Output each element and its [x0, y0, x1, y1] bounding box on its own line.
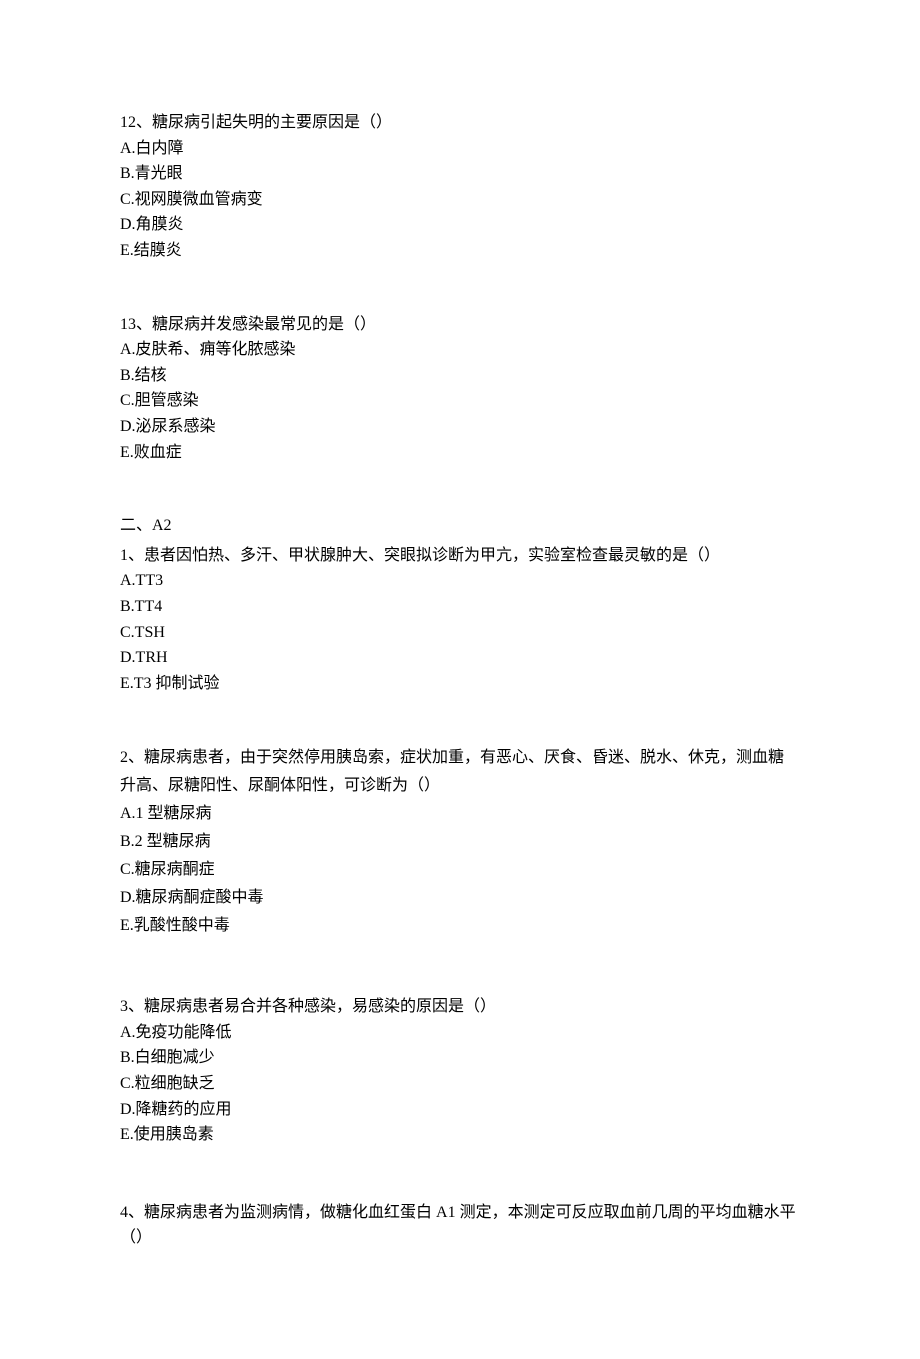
question-stem: 2、糖尿病患者，由于突然停用胰岛索，症状加重，有恶心、厌食、昏迷、脱水、休克，测… [120, 744, 800, 800]
option: B.青光眼 [120, 161, 800, 187]
question-b-3: 3、糖尿病患者易合并各种感染，易感染的原因是（） A.免疫功能降低 B.白细胞减… [120, 994, 800, 1148]
option: B.结核 [120, 363, 800, 389]
question-b-4: 4、糖尿病患者为监测病情，做糖化血红蛋白 A1 测定，本测定可反应取血前几周的平… [120, 1200, 800, 1251]
option: E.T3 抑制试验 [120, 671, 800, 697]
option: C.糖尿病酮症 [120, 856, 800, 884]
option: E.乳酸性酸中毒 [120, 912, 800, 940]
option: B.2 型糖尿病 [120, 828, 800, 856]
question-stem: 1、患者因怕热、多汗、甲状腺肿大、突眼拟诊断为甲亢，实验室检查最灵敏的是（） [120, 543, 800, 569]
option: A.白内障 [120, 136, 800, 162]
section-b-title: 二、A2 [120, 513, 800, 539]
option: D.TRH [120, 645, 800, 671]
option: E.败血症 [120, 440, 800, 466]
question-b-1: 1、患者因怕热、多汗、甲状腺肿大、突眼拟诊断为甲亢，实验室检查最灵敏的是（） A… [120, 543, 800, 697]
option: E.使用胰岛素 [120, 1122, 800, 1148]
option: D.糖尿病酮症酸中毒 [120, 884, 800, 912]
option: A.TT3 [120, 568, 800, 594]
option: C.胆管感染 [120, 388, 800, 414]
option: B.白细胞减少 [120, 1045, 800, 1071]
question-stem: 13、糖尿病并发感染最常见的是（） [120, 312, 800, 338]
option: D.降糖药的应用 [120, 1097, 800, 1123]
question-b-2: 2、糖尿病患者，由于突然停用胰岛索，症状加重，有恶心、厌食、昏迷、脱水、休克，测… [120, 744, 800, 940]
question-stem: 3、糖尿病患者易合并各种感染，易感染的原因是（） [120, 994, 800, 1020]
question-a-12: 12、糖尿病引起失明的主要原因是（） A.白内障 B.青光眼 C.视网膜微血管病… [120, 110, 800, 264]
question-stem: 4、糖尿病患者为监测病情，做糖化血红蛋白 A1 测定，本测定可反应取血前几周的平… [120, 1200, 800, 1251]
option: C.视网膜微血管病变 [120, 187, 800, 213]
option: A.1 型糖尿病 [120, 800, 800, 828]
option: D.泌尿系感染 [120, 414, 800, 440]
option: C.TSH [120, 620, 800, 646]
question-a-13: 13、糖尿病并发感染最常见的是（） A.皮肤希、痈等化脓感染 B.结核 C.胆管… [120, 312, 800, 466]
document-page: 12、糖尿病引起失明的主要原因是（） A.白内障 B.青光眼 C.视网膜微血管病… [0, 0, 920, 1359]
question-stem: 12、糖尿病引起失明的主要原因是（） [120, 110, 800, 136]
option: A.免疫功能降低 [120, 1020, 800, 1046]
option: A.皮肤希、痈等化脓感染 [120, 337, 800, 363]
option: E.结膜炎 [120, 238, 800, 264]
option: B.TT4 [120, 594, 800, 620]
option: C.粒细胞缺乏 [120, 1071, 800, 1097]
option: D.角膜炎 [120, 212, 800, 238]
